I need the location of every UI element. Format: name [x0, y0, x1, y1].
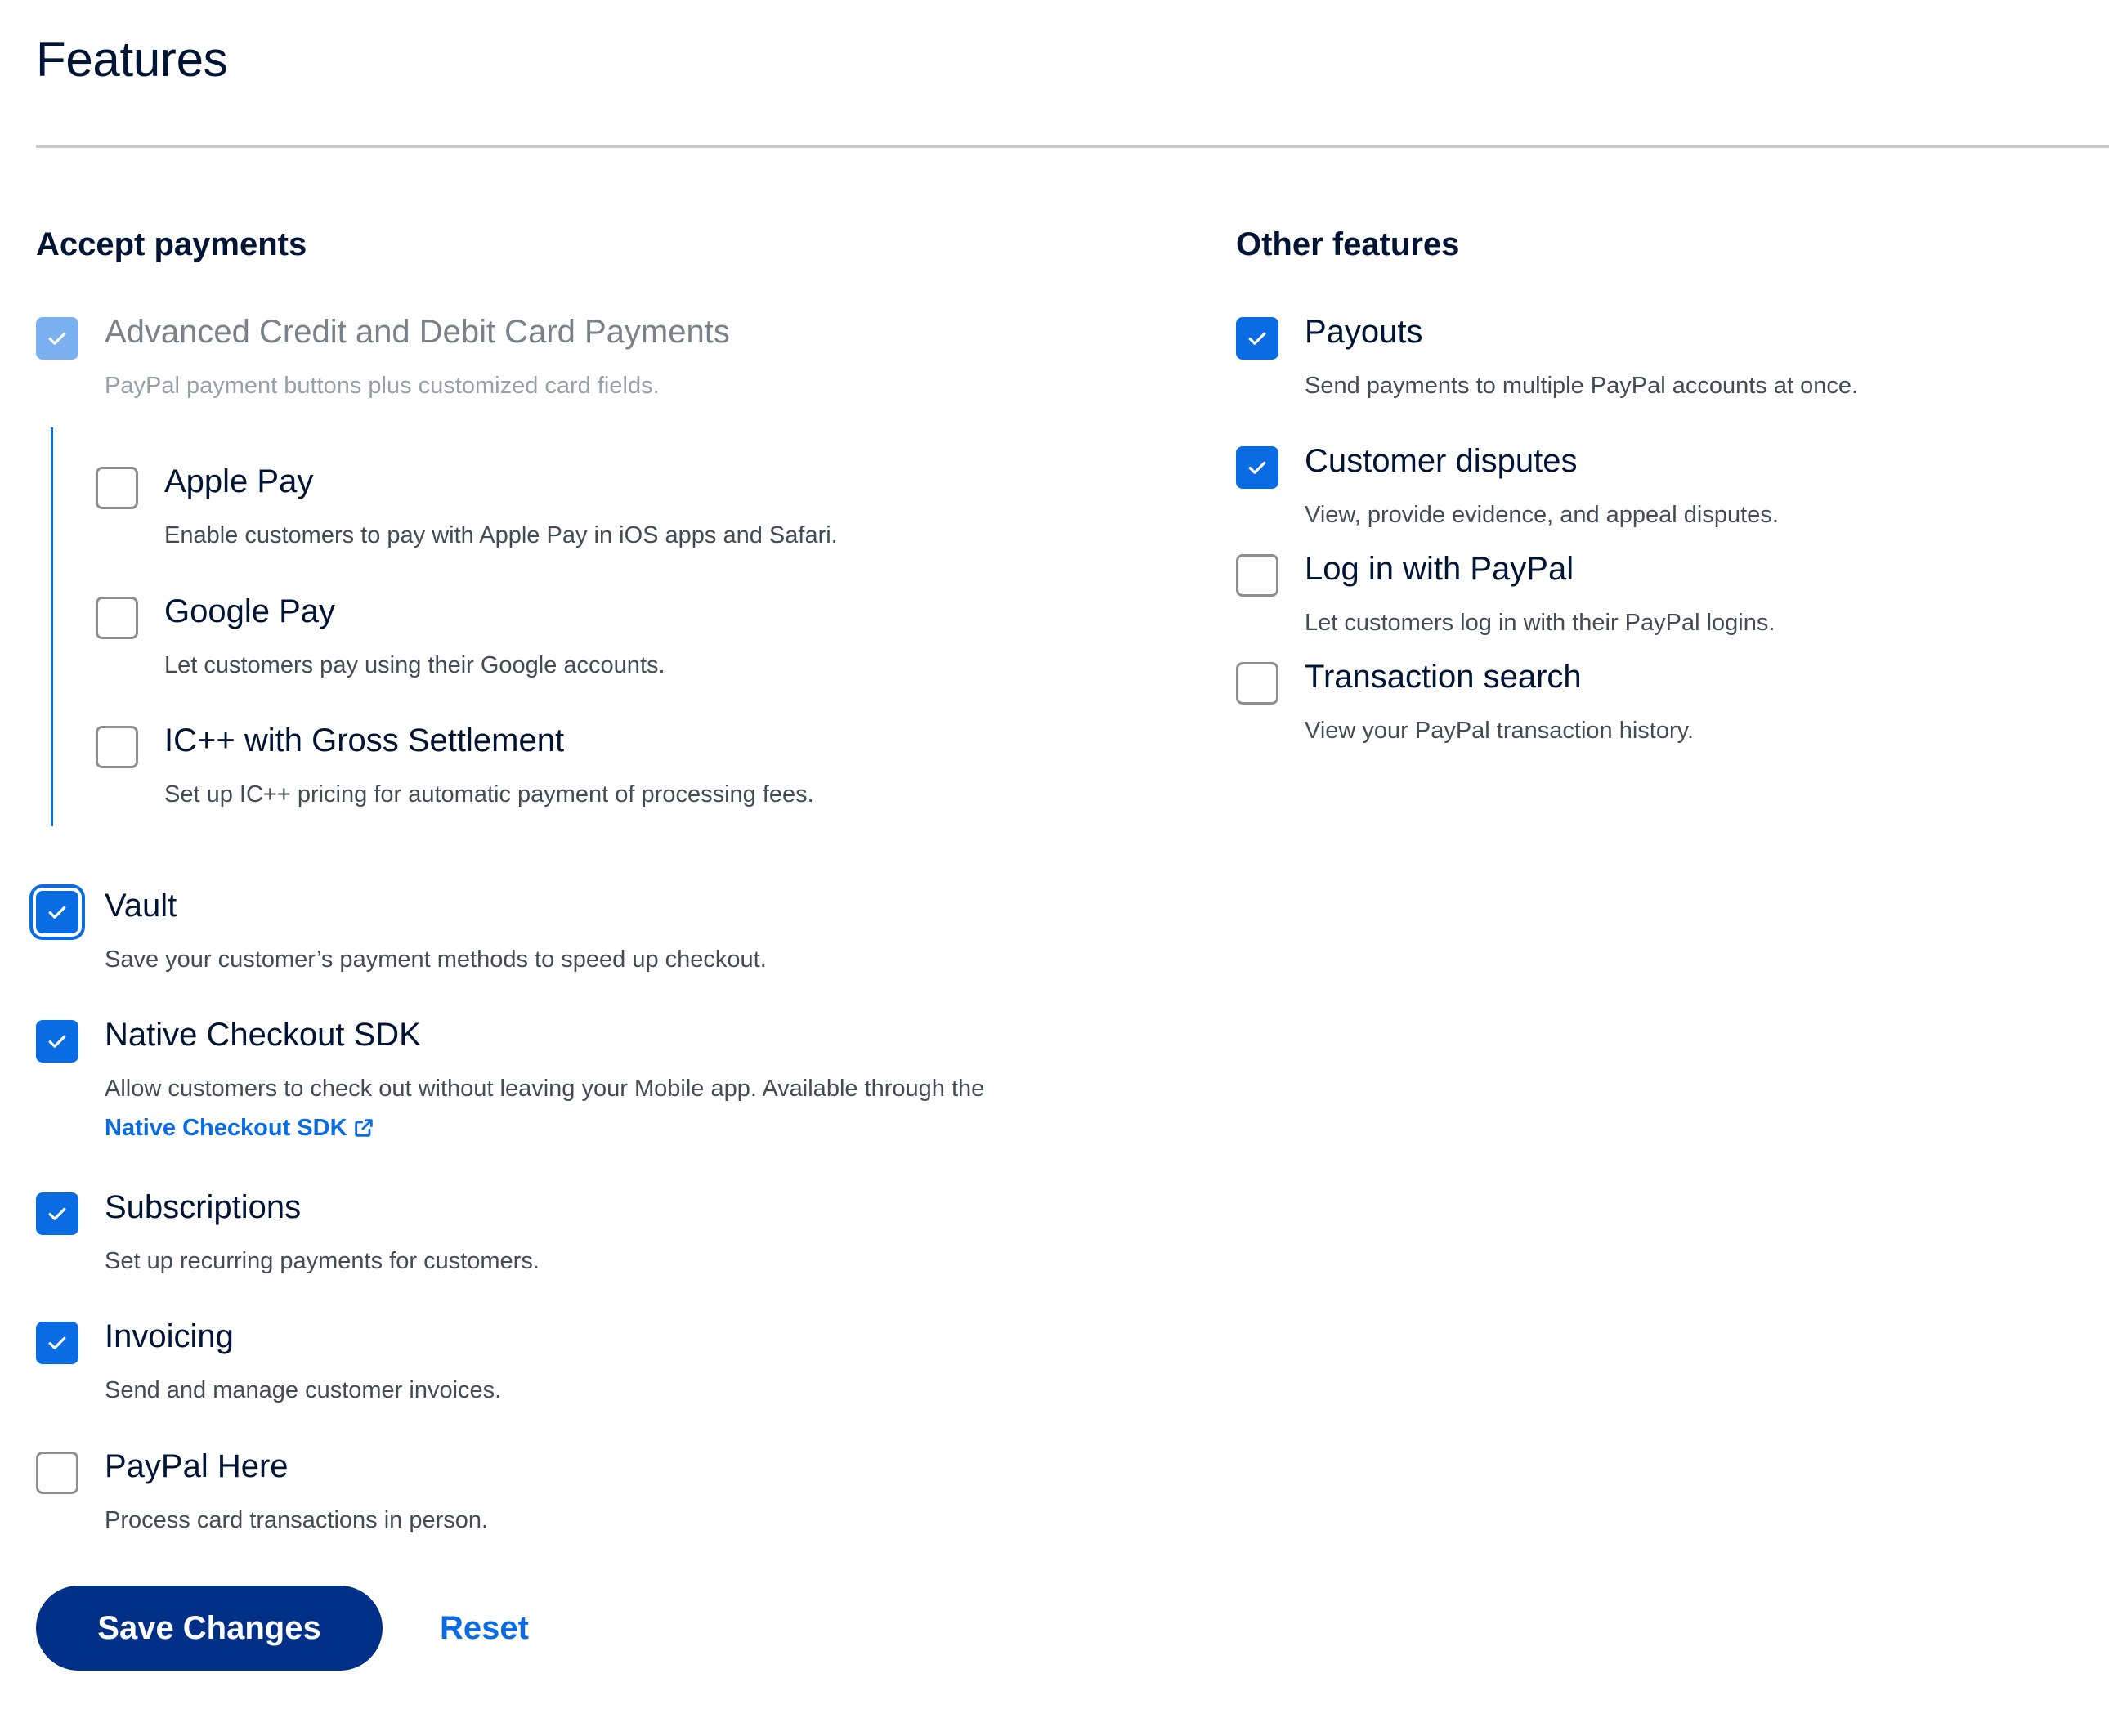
feature-label: PayPal Here	[105, 1448, 289, 1484]
title-divider	[36, 145, 2109, 148]
native-checkout-sdk-link[interactable]: Native Checkout SDK	[105, 1108, 375, 1148]
feature-label: Transaction search	[1305, 659, 1582, 695]
check-icon	[48, 1207, 66, 1220]
feature-description: Set up IC++ pricing for automatic paymen…	[164, 781, 814, 808]
feature-description: PayPal payment buttons plus customized c…	[105, 373, 660, 399]
feature-description: Let customers log in with their PayPal l…	[1305, 610, 1775, 636]
feature-label: Apple Pay	[164, 463, 314, 499]
feature-label: IC++ with Gross Settlement	[164, 723, 565, 758]
accept-payments-heading: Accept payments	[36, 226, 307, 262]
feature-label: Payouts	[1305, 314, 1423, 350]
feature-description: View your PayPal transaction history.	[1305, 718, 1695, 744]
feature-description: Send payments to multiple PayPal account…	[1305, 373, 1859, 399]
link-text: Native Checkout SDK	[105, 1115, 347, 1141]
invoicing-checkbox[interactable]	[36, 1322, 78, 1364]
feature-label: Native Checkout SDK	[105, 1017, 421, 1053]
advanced-card-checkbox	[36, 317, 78, 360]
page-title: Features	[36, 32, 228, 87]
check-icon	[48, 1336, 66, 1349]
feature-label: Google Pay	[164, 593, 336, 629]
apple-pay-checkbox[interactable]	[96, 467, 138, 509]
native-checkout-checkbox[interactable]	[36, 1020, 78, 1063]
log-in-with-paypal-checkbox[interactable]	[1236, 554, 1278, 597]
feature-label: Customer disputes	[1305, 443, 1578, 479]
check-icon	[1248, 461, 1266, 474]
customer-disputes-checkbox[interactable]	[1236, 446, 1278, 489]
icpp-checkbox[interactable]	[96, 726, 138, 768]
external-link-icon	[354, 1119, 373, 1137]
google-pay-checkbox[interactable]	[96, 597, 138, 639]
save-changes-button[interactable]: Save Changes	[36, 1586, 383, 1671]
vault-checkbox[interactable]	[36, 891, 78, 933]
sub-options-indent-line	[51, 427, 53, 826]
check-icon	[48, 1035, 66, 1048]
paypal-here-checkbox[interactable]	[36, 1452, 78, 1494]
feature-description: Let customers pay using their Google acc…	[164, 652, 665, 678]
transaction-search-checkbox[interactable]	[1236, 662, 1278, 705]
subscriptions-checkbox[interactable]	[36, 1192, 78, 1235]
feature-label: Log in with PayPal	[1305, 551, 1574, 587]
features-page: Features Accept payments Other features …	[0, 0, 2109, 1736]
feature-description: Allow customers to check out without lea…	[105, 1069, 984, 1148]
feature-description-text: Allow customers to check out without lea…	[105, 1076, 985, 1102]
check-icon	[48, 906, 66, 919]
feature-label: Advanced Credit and Debit Card Payments	[105, 314, 730, 350]
reset-button[interactable]: Reset	[440, 1586, 529, 1671]
other-features-heading: Other features	[1236, 226, 1460, 262]
feature-description: Enable customers to pay with Apple Pay i…	[164, 522, 838, 548]
check-icon	[48, 332, 66, 345]
payouts-checkbox[interactable]	[1236, 317, 1278, 360]
feature-description: Save your customer’s payment methods to …	[105, 946, 767, 973]
feature-label: Invoicing	[105, 1318, 234, 1354]
feature-description: View, provide evidence, and appeal dispu…	[1305, 502, 1779, 528]
feature-label: Subscriptions	[105, 1189, 302, 1225]
feature-description: Send and manage customer invoices.	[105, 1377, 502, 1403]
feature-description: Set up recurring payments for customers.	[105, 1248, 540, 1274]
feature-label: Vault	[105, 888, 177, 924]
check-icon	[1248, 332, 1266, 345]
feature-description: Process card transactions in person.	[105, 1507, 489, 1533]
